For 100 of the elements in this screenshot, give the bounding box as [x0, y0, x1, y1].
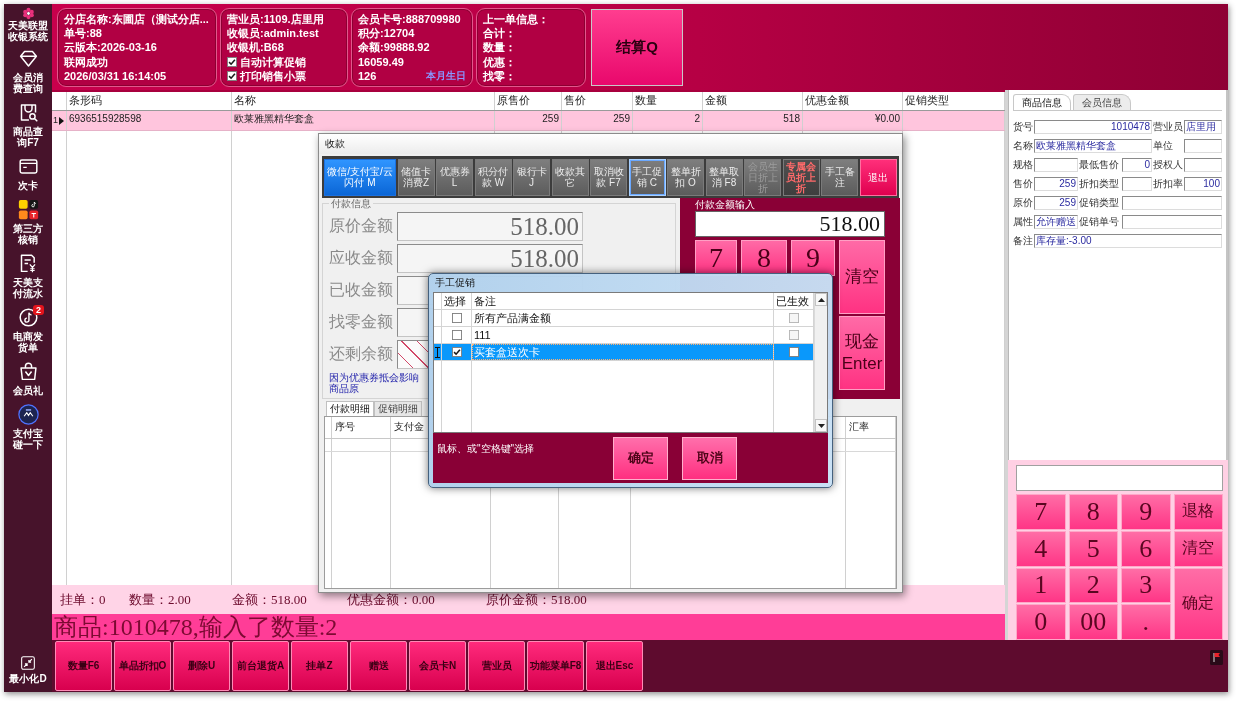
keypad-key[interactable]: 清空 [1173, 530, 1223, 567]
payment-method-button[interactable]: 优惠券L [436, 158, 473, 196]
payment-method-button[interactable]: 整单折扣 O [667, 158, 704, 196]
keypad-key[interactable]: 0 [1016, 604, 1066, 640]
checkout-button[interactable]: 结算Q [591, 8, 683, 86]
sidebar-item[interactable]: 天美支付流水 [4, 249, 52, 303]
text-field[interactable] [1122, 215, 1222, 229]
text-field[interactable]: 欧莱雅黑精华套盒 [1034, 139, 1152, 153]
checkbox[interactable] [451, 330, 462, 340]
sidebar-item[interactable]: 支付宝碰一下 [4, 400, 52, 454]
field-label: 促销类型 [1079, 196, 1120, 210]
text-field[interactable]: 允许赠送 [1034, 215, 1078, 229]
tab[interactable]: 付款明细 [326, 401, 374, 416]
keypad-key[interactable]: 7 [695, 240, 737, 276]
text-field[interactable]: 库存量:-3.00 [1034, 234, 1222, 248]
function-button[interactable]: 功能菜单F8 [527, 641, 584, 691]
keypad-key[interactable]: 9 [1121, 494, 1171, 530]
payment-method-button[interactable]: 手工备注 [821, 158, 858, 196]
table-row[interactable]: 1 6936515928598 欧莱雅黑精华套盒 259 259 2 518 ¥0.00 [52, 111, 1005, 131]
keypad-key[interactable]: . [1121, 604, 1171, 640]
sidebar-item[interactable]: 2 电商发货单 [4, 303, 52, 357]
payment-method-button[interactable]: 专属会员折上折 [782, 158, 820, 196]
text-field[interactable]: 1010478 [1034, 120, 1152, 134]
promotion-row[interactable]: 所有产品满金额 [434, 310, 814, 327]
keypad-key[interactable]: 8 [741, 240, 787, 276]
payment-method-button[interactable]: 手工促销 C [628, 158, 666, 196]
checkbox[interactable] [788, 313, 799, 323]
payment-method-button[interactable]: 退出 [859, 158, 897, 196]
dialog-button[interactable]: 确定 [613, 436, 668, 480]
keypad-key[interactable]: 6 [1121, 530, 1171, 567]
function-button[interactable]: 会员卡N [409, 641, 466, 691]
tab[interactable]: 促销明细 [374, 401, 422, 416]
scroll-up-button[interactable] [815, 293, 827, 306]
function-button[interactable]: 前台退货A [232, 641, 289, 691]
checkbox[interactable] [227, 71, 237, 82]
text-field[interactable]: 259 [1034, 177, 1078, 191]
keypad-key[interactable]: 5 [1068, 530, 1118, 567]
keypad-key[interactable]: 8 [1068, 494, 1118, 530]
text-field[interactable] [1122, 177, 1152, 191]
dialog-title: 手工促销 [434, 276, 476, 290]
checkbox[interactable] [451, 313, 462, 323]
tab[interactable]: 会员信息 [1073, 94, 1131, 110]
function-button[interactable]: 单品折扣O [114, 641, 171, 691]
field-label: 授权人 [1153, 158, 1183, 172]
sidebar-item[interactable]: 第三方核销 [4, 195, 52, 249]
function-button[interactable]: 退出Esc [586, 641, 643, 691]
payment-method-button[interactable]: 积分付款 W [474, 158, 512, 196]
checkbox[interactable] [788, 330, 799, 340]
info-text: 2026/03/31 16:14:05 [64, 69, 168, 84]
amount-field[interactable]: 518.00 [397, 244, 583, 273]
keypad-key[interactable]: 9 [791, 240, 835, 276]
keypad-key[interactable]: 3 [1121, 567, 1171, 604]
text-field[interactable] [1184, 139, 1222, 153]
payment-method-button[interactable]: 银行卡J [513, 158, 550, 196]
sidebar-item[interactable]: 商品查询F7 [4, 98, 52, 152]
text-field[interactable] [1184, 158, 1222, 172]
dialog-button[interactable]: 取消 [682, 436, 737, 480]
text-field[interactable]: 店里用 [1184, 120, 1222, 134]
checkbox[interactable] [788, 347, 799, 357]
scroll-down-button[interactable] [815, 419, 827, 432]
info-text: 积分:12704 [358, 25, 416, 41]
minimize-button[interactable]: 最小化D [9, 656, 47, 686]
info-text: 收银机:B68 [227, 40, 285, 55]
function-button[interactable]: 删除U [173, 641, 230, 691]
keypad-key[interactable]: 清空 [839, 240, 885, 314]
function-button[interactable]: 营业员 [468, 641, 525, 691]
function-button[interactable]: 数量F6 [55, 641, 112, 691]
sidebar-item[interactable]: 次卡 [4, 152, 52, 195]
keypad-key[interactable]: 退格 [1173, 494, 1223, 530]
amount-input[interactable]: 518.00 [695, 211, 885, 237]
function-button[interactable]: 赠送 [350, 641, 407, 691]
text-field[interactable] [1122, 196, 1222, 210]
payment-method-button[interactable]: 收款其它 [551, 158, 589, 196]
flag-icon[interactable] [1210, 650, 1223, 665]
keypad-key[interactable]: 7 [1016, 494, 1066, 530]
promotion-row[interactable]: 买套盒送次卡 [434, 344, 814, 361]
tab[interactable]: 商品信息 [1013, 94, 1071, 110]
input-field[interactable] [1016, 465, 1223, 491]
keypad-key[interactable]: 00 [1068, 604, 1118, 640]
keypad-key[interactable]: 1 [1016, 567, 1066, 604]
note-text: 因为优惠券抵会影响商品原 [329, 372, 420, 394]
keypad-key[interactable]: 确定 [1173, 567, 1223, 640]
function-button[interactable]: 挂单Z [291, 641, 348, 691]
payment-method-button[interactable]: 取消收款 F7 [590, 158, 627, 196]
payment-method-button[interactable]: 储值卡消费Z [397, 158, 435, 196]
text-field[interactable] [1034, 158, 1078, 172]
text-field[interactable]: 259 [1034, 196, 1078, 210]
keypad-key[interactable]: 4 [1016, 530, 1066, 567]
keypad-key[interactable]: 2 [1068, 567, 1118, 604]
sidebar-item[interactable]: 会员礼 [4, 357, 52, 400]
checkbox[interactable] [227, 56, 237, 67]
scrollbar[interactable] [814, 293, 827, 432]
sidebar-item[interactable]: 会员消费查询 [4, 44, 52, 98]
checkbox[interactable] [451, 347, 462, 357]
keypad-key[interactable]: 现金 Enter [839, 316, 885, 390]
text-field[interactable]: 100 [1184, 177, 1222, 191]
payment-method-button[interactable]: 整单取消 F8 [705, 158, 743, 196]
amount-field[interactable]: 518.00 [397, 212, 583, 241]
payment-method-button[interactable]: 微信/支付宝/云闪付 M [324, 158, 396, 196]
text-field[interactable]: 0 [1122, 158, 1152, 172]
